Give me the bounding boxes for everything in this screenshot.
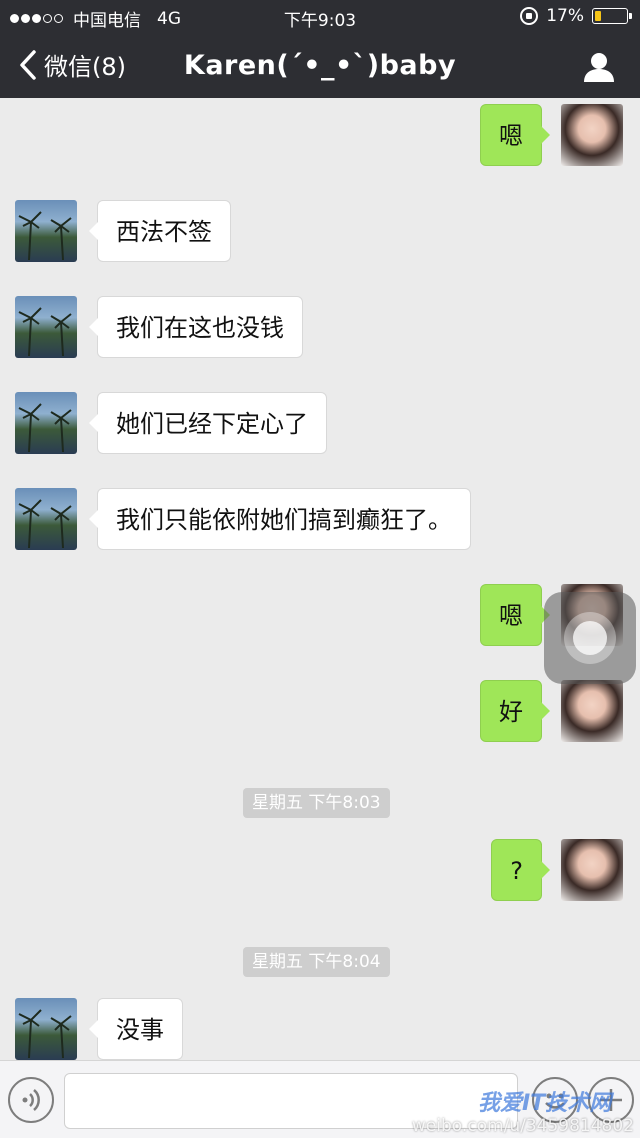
profile-icon[interactable] [582, 50, 616, 84]
my-avatar[interactable] [561, 839, 623, 901]
nav-bar: 微信(8) Karen(´•_•`)baby [0, 34, 640, 98]
time-divider: 星期五 下午8:04 [243, 947, 390, 977]
outgoing-message[interactable]: 嗯 [480, 104, 550, 166]
incoming-message[interactable]: 我们在这也没钱 [89, 296, 303, 358]
my-avatar[interactable] [561, 104, 623, 166]
contact-avatar[interactable] [15, 998, 77, 1060]
voice-button[interactable] [8, 1077, 54, 1123]
time-divider: 星期五 下午8:03 [243, 788, 390, 818]
battery-icon [592, 8, 632, 24]
contact-avatar[interactable] [15, 296, 77, 358]
top-bar: 中国电信 4G 下午9:03 17% 微信(8) Karen(´•_•`)bab… [0, 0, 640, 98]
incoming-message[interactable]: 西法不签 [89, 200, 231, 262]
battery-percent: 17% [546, 6, 584, 26]
watermark-text: weibo.com/u/3459814802 [411, 1116, 634, 1136]
rotation-lock-icon [520, 7, 539, 25]
my-avatar[interactable] [561, 680, 623, 742]
contact-avatar[interactable] [15, 200, 77, 262]
watermark-logo-text: 我爱IT技术网 [478, 1091, 612, 1116]
incoming-message[interactable]: 没事 [89, 998, 183, 1060]
contact-avatar[interactable] [15, 488, 77, 550]
outgoing-message[interactable]: 嗯 [480, 584, 550, 646]
voice-icon [22, 1089, 40, 1111]
outgoing-message[interactable]: ? [491, 839, 550, 901]
incoming-message[interactable]: 她们已经下定心了 [89, 392, 327, 454]
contact-avatar[interactable] [15, 392, 77, 454]
incoming-message[interactable]: 我们只能依附她们搞到癫狂了。 [89, 488, 471, 550]
outgoing-message[interactable]: 好 [480, 680, 550, 742]
assistive-touch-button[interactable] [544, 592, 636, 684]
status-bar: 中国电信 4G 下午9:03 17% [0, 0, 640, 34]
chat-title: Karen(´•_•`)baby [183, 50, 457, 81]
